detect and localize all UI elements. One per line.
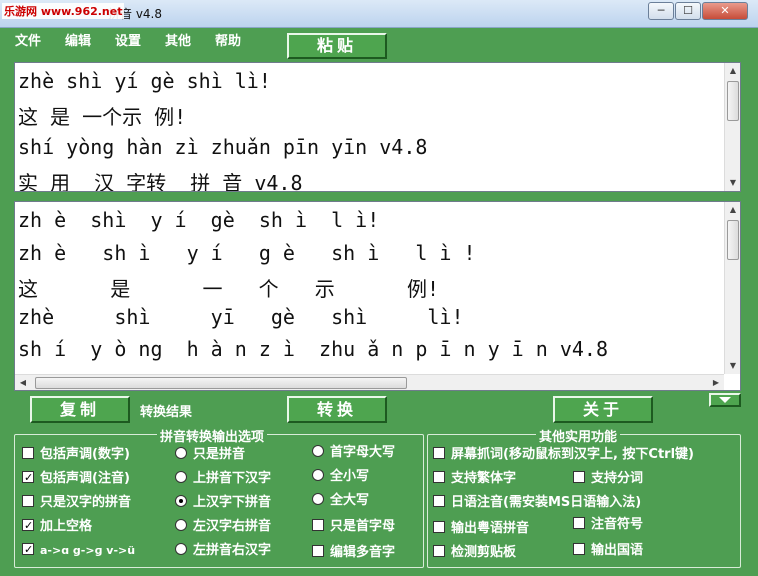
radio-icon[interactable] (175, 447, 187, 459)
option-cantonese-pinyin[interactable]: 输出粤语拼音 (433, 520, 529, 538)
option-add-spaces[interactable]: 加上空格 (22, 517, 92, 536)
option-letter-substitution[interactable]: a->ɑ g->ɡ v->ü (22, 541, 135, 560)
option-traditional-chinese[interactable]: 支持繁体字 (433, 470, 516, 488)
menu-file[interactable]: 文件 (15, 30, 41, 49)
checkbox-icon[interactable] (433, 495, 445, 507)
watermark: 乐游网 www.962.net (2, 3, 125, 19)
radio-icon[interactable] (312, 445, 324, 457)
pinyin-options-legend: 拼音转换输出选项 (157, 426, 268, 445)
output-horizontal-scrollbar[interactable]: ◀ ▶ (15, 374, 724, 390)
option-pinyin-only[interactable]: 只是拼音 (175, 446, 245, 464)
option-pinyin-left-hanzi-right[interactable]: 左拼音右汉字 (175, 542, 271, 560)
checkbox-icon[interactable] (433, 545, 445, 557)
checkbox-icon[interactable] (22, 517, 34, 535)
option-screen-capture[interactable]: 屏幕抓词(移动鼠标到汉字上, 按下Ctrl键) (433, 446, 694, 464)
scroll-left-icon[interactable]: ◀ (15, 375, 31, 390)
copy-button[interactable]: 复制 (30, 396, 130, 423)
input-line: shí yòng hàn zì zhuǎn pīn yīn v4.8 (18, 135, 428, 159)
pinyin-options-group: 拼音转换输出选项 包括声调(数字) 包括声调(注音) 只是汉字的拼音 加上空格 … (14, 426, 424, 568)
option-all-lowercase[interactable]: 全小写 (312, 468, 369, 486)
option-pinyin-above-hanzi[interactable]: 上拼音下汉字 (175, 470, 271, 488)
output-vertical-scrollbar[interactable]: ▲ ▼ (724, 202, 740, 374)
option-initials-only[interactable]: 只是首字母 (312, 518, 395, 536)
input-line: zhè shì yí gè shì lì! (18, 69, 271, 93)
option-japanese-reading[interactable]: 日语注音(需安装MS日语输入法) (433, 494, 641, 512)
title-bar: 拼音 v4.8 乐游网 www.962.net ─ ☐ ✕ (0, 0, 758, 28)
minimize-button[interactable]: ─ (648, 2, 674, 20)
paste-button[interactable]: 粘贴 (287, 33, 387, 59)
radio-icon[interactable] (175, 471, 187, 483)
menu-other[interactable]: 其他 (165, 30, 191, 49)
checkbox-icon[interactable] (573, 543, 585, 555)
output-line: zh è shì y í gè sh ì l ì! (18, 208, 380, 232)
menu-settings[interactable]: 设置 (115, 30, 141, 49)
option-edit-polyphones[interactable]: 编辑多音字 (312, 544, 395, 562)
option-hanzi-only-pinyin[interactable]: 只是汉字的拼音 (22, 494, 131, 512)
option-capitalize-first[interactable]: 首字母大写 (312, 444, 395, 462)
scroll-down-icon[interactable]: ▼ (725, 358, 740, 374)
checkbox-icon[interactable] (22, 541, 34, 559)
option-hanzi-left-pinyin-right[interactable]: 左汉字右拼音 (175, 518, 271, 536)
maximize-button[interactable]: ☐ (675, 2, 701, 20)
checkbox-icon[interactable] (22, 447, 34, 459)
checkbox-icon[interactable] (433, 521, 445, 533)
option-tone-number[interactable]: 包括声调(数字) (22, 446, 130, 464)
convert-button[interactable]: 转换 (287, 396, 387, 423)
option-hanzi-above-pinyin[interactable]: 上汉字下拼音 (175, 494, 271, 512)
close-button[interactable]: ✕ (702, 2, 748, 20)
output-line: sh í y ò ng h à n z ì zhu ǎ n p ī n y ī … (18, 337, 609, 361)
scroll-up-icon[interactable]: ▲ (725, 202, 740, 218)
scroll-right-icon[interactable]: ▶ (708, 375, 724, 390)
option-monitor-clipboard[interactable]: 检测剪贴板 (433, 544, 516, 562)
checkbox-icon[interactable] (312, 545, 324, 557)
scroll-thumb[interactable] (727, 220, 739, 260)
result-label: 转换结果 (140, 405, 193, 420)
option-all-uppercase[interactable]: 全大写 (312, 492, 369, 510)
radio-icon[interactable] (175, 543, 187, 555)
checkbox-icon[interactable] (433, 471, 445, 483)
input-textarea[interactable]: zhè shì yí gè shì lì! 这 是 一个示 例! shí yòn… (14, 62, 741, 192)
option-tone-mark[interactable]: 包括声调(注音) (22, 469, 130, 488)
scroll-down-icon[interactable]: ▼ (725, 175, 740, 191)
radio-icon[interactable] (175, 519, 187, 531)
checkbox-icon[interactable] (22, 495, 34, 507)
other-features-legend: 其他实用功能 (536, 426, 621, 445)
scroll-up-icon[interactable]: ▲ (725, 63, 740, 79)
menu-help[interactable]: 帮助 (215, 30, 241, 49)
input-vertical-scrollbar[interactable]: ▲ ▼ (724, 63, 740, 191)
checkbox-icon[interactable] (22, 469, 34, 487)
input-line: 实 用 汉 字转 拼 音 v4.8 (18, 171, 303, 192)
checkbox-icon[interactable] (312, 519, 324, 531)
scroll-thumb[interactable] (727, 81, 739, 121)
radio-icon[interactable] (175, 495, 187, 507)
radio-icon[interactable] (312, 493, 324, 505)
option-output-mandarin[interactable]: 输出国语 (573, 542, 643, 560)
checkbox-icon[interactable] (573, 471, 585, 483)
checkbox-icon[interactable] (433, 447, 445, 459)
output-line: zh è sh ì y í g è sh ì l ì ! (18, 241, 476, 265)
option-zhuyin[interactable]: 注音符号 (573, 516, 643, 534)
output-textarea[interactable]: zh è shì y í gè sh ì l ì! zh è sh ì y í … (14, 201, 741, 391)
scroll-thumb[interactable] (35, 377, 407, 389)
other-features-group: 其他实用功能 屏幕抓词(移动鼠标到汉字上, 按下Ctrl键) 支持繁体字 支持分… (427, 426, 741, 568)
about-button[interactable]: 关于 (553, 396, 653, 423)
output-line: zhè shì yī gè shì lì! (18, 305, 464, 329)
output-line: 这 是 一 个 示 例! (18, 277, 440, 301)
expand-chevron-icon[interactable] (709, 393, 741, 407)
checkbox-icon[interactable] (573, 517, 585, 529)
radio-icon[interactable] (312, 469, 324, 481)
input-line: 这 是 一个示 例! (18, 105, 187, 129)
option-word-segmentation[interactable]: 支持分词 (573, 470, 643, 488)
menu-edit[interactable]: 编辑 (65, 30, 91, 49)
